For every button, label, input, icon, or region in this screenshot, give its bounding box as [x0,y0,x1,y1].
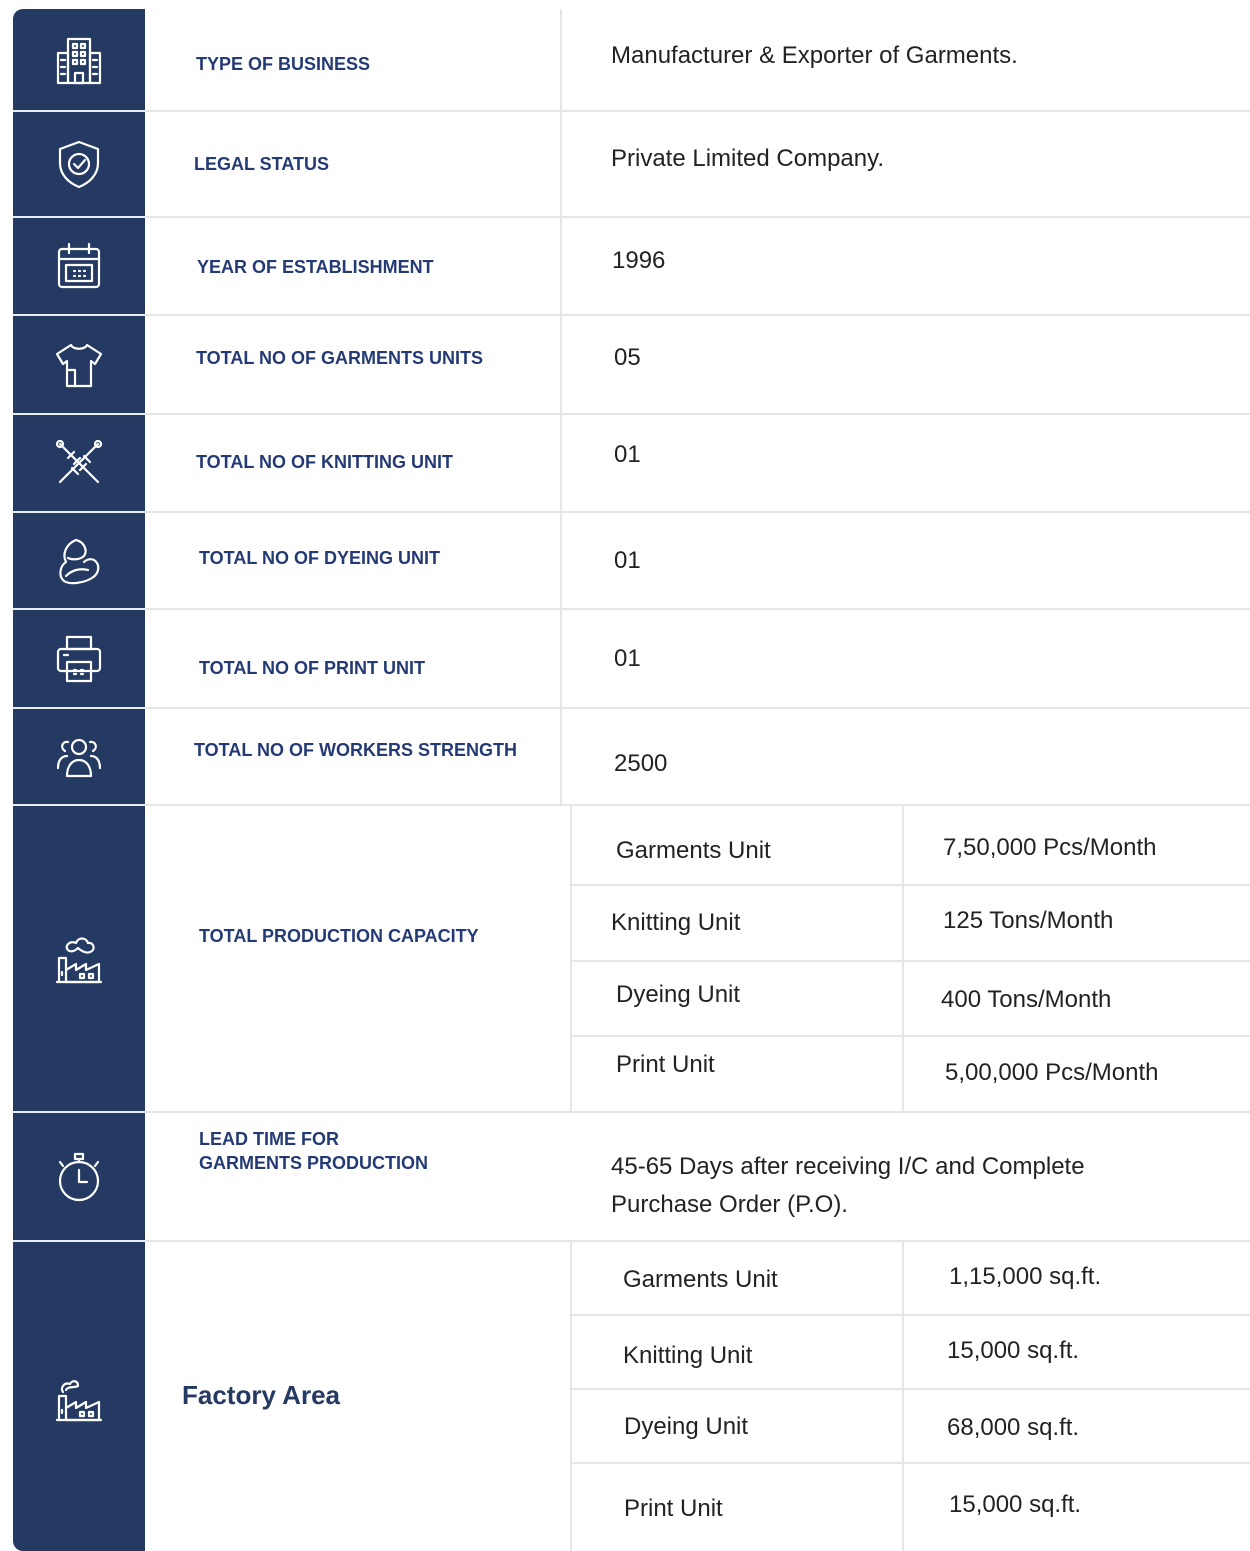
shield-check-icon [13,112,145,216]
capacity-value-dyeing: 400 Tons/Month [941,986,1112,1013]
value-lead-time-line1: 45-65 Days after receiving I/C and Compl… [611,1153,1085,1180]
area-unit-print: Print Unit [624,1495,723,1522]
subrow-divider [570,1314,1250,1316]
subrow-divider [570,1462,1250,1464]
row-divider [145,314,1250,316]
subrow-divider [570,960,1250,962]
subrow-divider [570,884,1250,886]
calendar-icon [13,218,145,314]
value-year-of-establishment: 1996 [612,247,666,274]
capacity-unit-dyeing: Dyeing Unit [616,981,741,1008]
column-divider [902,1241,904,1551]
label-lead-time-line1: LEAD TIME FOR [199,1129,339,1149]
area-value-garments: 1,15,000 sq.ft. [949,1263,1102,1290]
value-dyeing-unit: 01 [614,547,641,574]
area-value-knitting: 15,000 sq.ft. [947,1337,1080,1364]
label-garments-units: TOTAL NO OF GARMENTS UNITS [196,348,483,368]
label-legal-status: LEGAL STATUS [194,154,329,174]
column-divider [902,805,904,1112]
area-value-print: 15,000 sq.ft. [949,1491,1082,1518]
knitting-needles-icon [13,415,145,511]
capacity-unit-print: Print Unit [616,1051,715,1078]
area-unit-dyeing: Dyeing Unit [624,1413,749,1440]
row-divider [145,1240,1250,1242]
label-factory-area: Factory Area [182,1380,340,1410]
workers-group-icon [13,709,145,804]
subrow-divider [570,1035,1250,1037]
factory-icon [13,806,145,1111]
column-divider [570,805,572,1112]
label-workers-strength: TOTAL NO OF WORKERS STRENGTH [194,740,517,760]
value-knitting-unit: 01 [614,441,641,468]
label-dyeing-unit: TOTAL NO OF DYEING UNIT [199,548,441,568]
building-icon [13,12,145,110]
row-divider [145,804,1250,806]
label-lead-time: LEAD TIME FOR GARMENTS PRODUCTION [199,1127,569,1175]
area-unit-garments: Garments Unit [623,1266,778,1293]
capacity-value-print: 5,00,000 Pcs/Month [945,1059,1159,1086]
row-divider [145,110,1250,112]
label-lead-time-line2: GARMENTS PRODUCTION [199,1153,428,1173]
column-divider [560,9,562,805]
row-divider [145,608,1250,610]
value-lead-time: 45-65 Days after receiving I/C and Compl… [611,1148,1085,1224]
row-divider [145,511,1250,513]
value-print-unit: 01 [614,645,641,672]
factory-icon [13,1242,145,1551]
label-year-of-establishment: YEAR OF ESTABLISHMENT [197,257,434,277]
label-type-of-business: TYPE OF BUSINESS [196,54,371,74]
value-legal-status: Private Limited Company. [611,145,884,172]
label-production-capacity: TOTAL PRODUCTION CAPACITY [199,926,479,946]
row-divider [145,707,1250,709]
printer-icon [13,610,145,707]
capacity-unit-knitting: Knitting Unit [611,909,741,936]
stopwatch-icon [13,1113,145,1240]
label-knitting-unit: TOTAL NO OF KNITTING UNIT [196,452,453,472]
tshirt-icon [13,316,145,413]
area-unit-knitting: Knitting Unit [623,1342,753,1369]
column-divider [570,1241,572,1551]
value-workers-strength: 2500 [614,750,668,777]
row-divider [145,1111,1250,1113]
capacity-value-knitting: 125 Tons/Month [943,907,1114,934]
value-type-of-business: Manufacturer & Exporter of Garments. [611,42,1018,69]
dye-drop-icon [13,513,145,608]
area-value-dyeing: 68,000 sq.ft. [947,1414,1080,1441]
subrow-divider [570,1388,1250,1390]
capacity-unit-garments: Garments Unit [616,837,771,864]
capacity-value-garments: 7,50,000 Pcs/Month [943,834,1157,861]
value-lead-time-line2: Purchase Order (P.O). [611,1191,848,1218]
row-divider [145,413,1250,415]
value-garments-units: 05 [614,344,641,371]
row-divider [145,216,1250,218]
label-print-unit: TOTAL NO OF PRINT UNIT [199,658,425,678]
